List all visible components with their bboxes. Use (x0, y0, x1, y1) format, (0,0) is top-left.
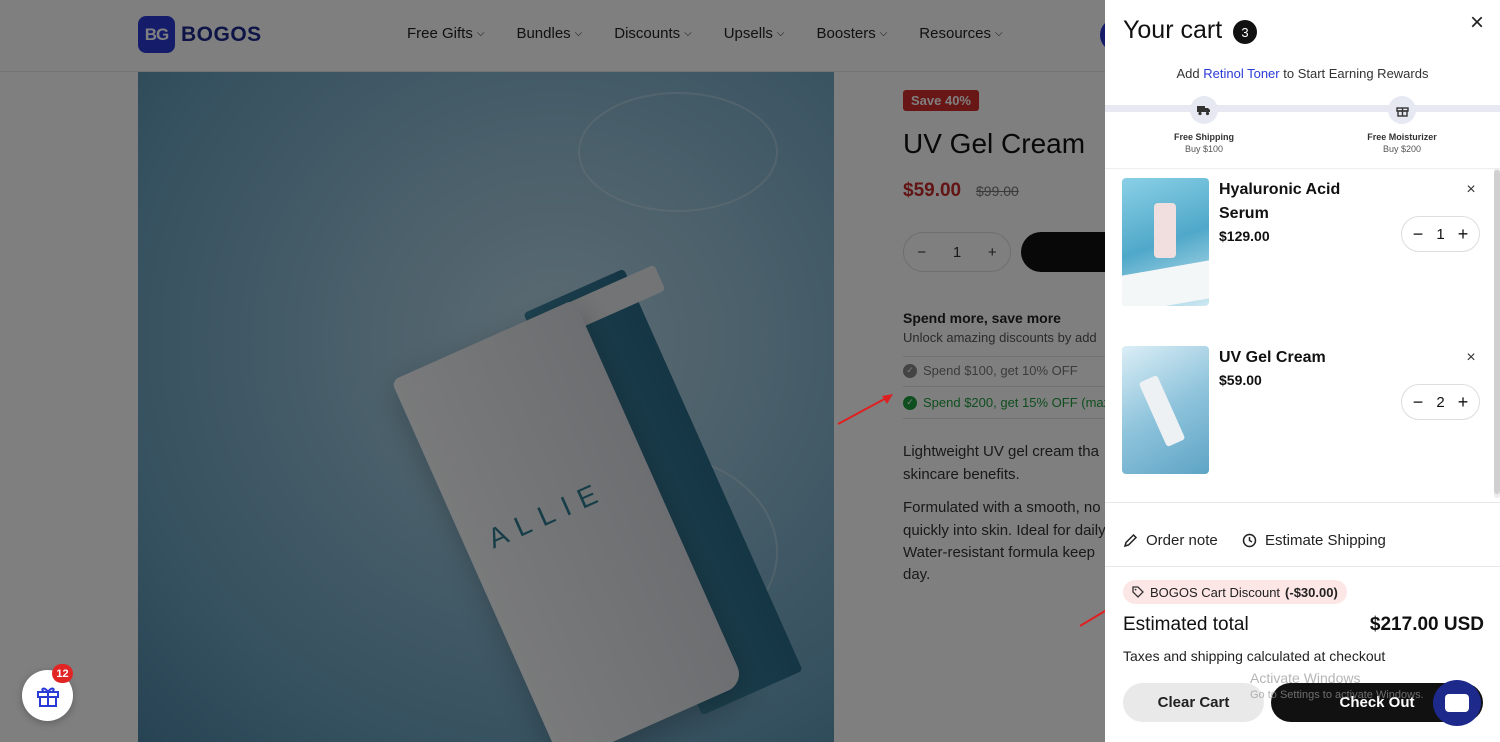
item-price: $129.00 (1219, 228, 1270, 244)
chat-icon (1445, 694, 1469, 712)
discount-label: BOGOS Cart Discount (1150, 584, 1281, 600)
clock-icon (1242, 533, 1257, 548)
cart-scroll-thumb[interactable] (1494, 170, 1500, 494)
remove-item-icon[interactable]: × (1463, 182, 1479, 198)
milestone-label: Free Moisturizer (1367, 132, 1437, 142)
cart-line-item: UV Gel Cream $59.00 × − 2 + (1105, 346, 1490, 476)
item-thumbnail[interactable] (1122, 178, 1209, 306)
quantity-value: 1 (1436, 225, 1445, 243)
drawer-backdrop[interactable] (0, 0, 1105, 742)
reward-message: Add Retinol Toner to Start Earning Rewar… (1105, 66, 1500, 81)
minus-icon[interactable]: − (1410, 392, 1426, 413)
gift-count-badge: 12 (52, 664, 73, 683)
divider (1105, 502, 1500, 503)
quantity-stepper[interactable]: − 2 + (1401, 384, 1480, 420)
tax-note: Taxes and shipping calculated at checkou… (1123, 648, 1386, 664)
divider (1105, 566, 1500, 567)
milestone-label: Free Shipping (1173, 132, 1234, 142)
clear-cart-button[interactable]: Clear Cart (1123, 683, 1264, 722)
quantity-value: 2 (1436, 393, 1445, 411)
windows-watermark-title: Activate Windows (1250, 670, 1361, 686)
gift-icon (36, 687, 59, 707)
truck-icon (1190, 96, 1218, 124)
reward-product-link[interactable]: Retinol Toner (1203, 66, 1279, 81)
item-name[interactable]: UV Gel Cream (1219, 346, 1359, 370)
discount-amount: (-$30.00) (1285, 584, 1338, 600)
chat-launcher-button[interactable] (1433, 680, 1481, 726)
plus-icon[interactable]: + (1455, 224, 1471, 245)
tag-icon (1132, 586, 1144, 598)
milestone-sub: Buy $200 (1382, 144, 1422, 154)
cart-drawer: Your cart 3 × Add Retinol Toner to Start… (1105, 0, 1500, 742)
cart-title: Your cart (1123, 16, 1223, 44)
reward-suffix: to Start Earning Rewards (1279, 66, 1429, 81)
pencil-icon (1123, 533, 1138, 548)
milestone-sub: Buy $100 (1184, 144, 1224, 154)
order-note-label: Order note (1146, 532, 1218, 549)
cart-count-badge: 3 (1233, 20, 1257, 44)
item-price: $59.00 (1219, 372, 1262, 388)
remove-item-icon[interactable]: × (1463, 350, 1479, 366)
annotation-arrow-icon (837, 394, 893, 425)
estimate-shipping-button[interactable]: Estimate Shipping (1242, 532, 1386, 549)
quantity-stepper[interactable]: − 1 + (1401, 216, 1480, 252)
item-thumbnail[interactable] (1122, 346, 1209, 474)
reward-prefix: Add (1176, 66, 1204, 81)
gift-icon (1388, 96, 1416, 124)
plus-icon[interactable]: + (1455, 392, 1471, 413)
cart-line-item: Hyaluronic Acid Serum $129.00 × − 1 + (1105, 178, 1490, 308)
estimated-total-label: Estimated total (1123, 614, 1249, 635)
order-note-button[interactable]: Order note (1123, 532, 1218, 549)
minus-icon[interactable]: − (1410, 224, 1426, 245)
estimated-total-value: $217.00 USD (1369, 614, 1484, 635)
discount-tag: BOGOS Cart Discount (-$30.00) (1123, 580, 1347, 604)
estimate-shipping-label: Estimate Shipping (1265, 532, 1386, 549)
item-name[interactable]: Hyaluronic Acid Serum (1219, 178, 1359, 226)
reward-progress-bar (1105, 105, 1500, 112)
close-icon[interactable]: × (1465, 11, 1489, 36)
windows-watermark-subtitle: Go to Settings to activate Windows. (1250, 689, 1424, 701)
